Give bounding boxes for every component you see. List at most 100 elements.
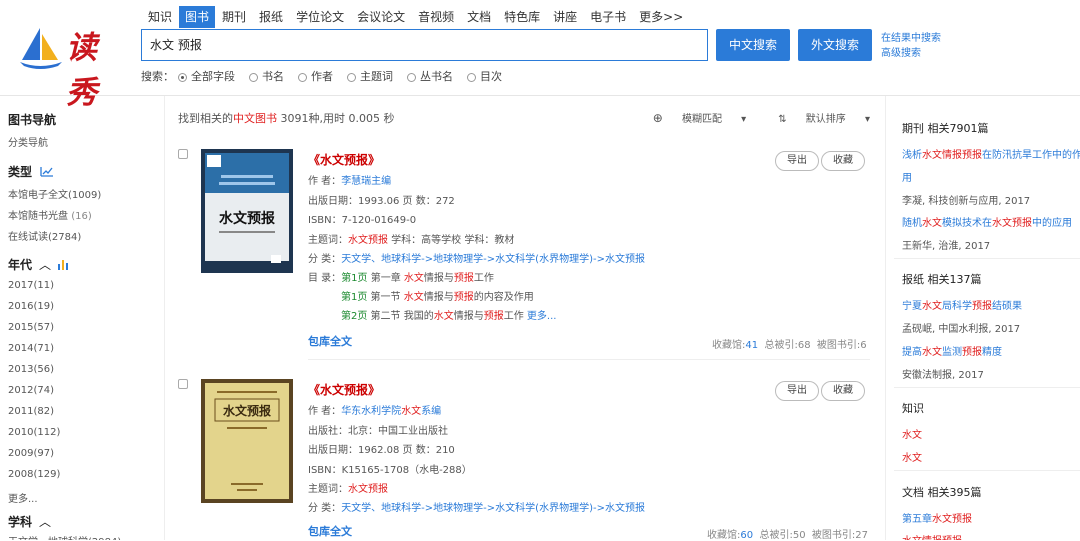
facet-item[interactable]: 天文学、地球科学(2984) — [8, 533, 121, 540]
sort-bar: ⊕ 模糊匹配 ▾ ⇅ 默认排序 ▾ — [621, 110, 870, 125]
year-facet-item[interactable]: 2011(82) — [8, 406, 54, 417]
author-highlight[interactable]: 水文 — [401, 406, 421, 417]
author-link[interactable]: 华东水利学院 — [341, 406, 401, 417]
logo[interactable]: 读秀 — [18, 22, 128, 111]
nav-tabs: 知识 图书 期刊 报纸 学位论文 会议论文 音视频 文档 特色库 讲座 电子书 更多>> — [142, 6, 690, 28]
stat-value[interactable]: 41 — [745, 340, 758, 351]
journal-item-link[interactable]: 浅析水文情报预报在防汛抗旱工作中的作 — [902, 146, 1080, 161]
nav-tab[interactable]: 音视频 — [412, 6, 460, 28]
newspaper-item-link[interactable]: 提高水文监测预报精度 — [902, 343, 1002, 358]
nav-tab[interactable]: 特色库 — [498, 6, 546, 28]
nav-tab[interactable]: 更多>> — [633, 6, 689, 28]
year-facet-item[interactable]: 2008(129) — [8, 469, 60, 480]
class-label: 分 类： — [308, 503, 342, 514]
subject-keyword[interactable]: 水文预报 — [348, 235, 388, 246]
newspaper-item-meta: 孟砚岷, 中国水利报, 2017 — [902, 324, 1021, 335]
year-facet-item[interactable]: 2017(11) — [8, 280, 54, 291]
radio-label: 书名 — [262, 70, 284, 83]
year-facet-item[interactable]: 2014(71) — [8, 343, 54, 354]
summary-prefix: 找到相关的 — [178, 112, 233, 125]
newspaper-item-meta: 安徽法制报, 2017 — [902, 370, 984, 381]
year-facet-item[interactable]: 2013(56) — [8, 364, 54, 375]
toc-page-link[interactable]: 第1页 — [341, 273, 367, 284]
stat-value[interactable]: 60 — [740, 530, 753, 541]
radio-circle-icon — [347, 72, 356, 82]
collect-button[interactable]: 收藏 — [821, 151, 865, 171]
radio-label: 作者 — [311, 70, 333, 83]
year-facet-item[interactable]: 2010(112) — [8, 427, 60, 438]
search-field-radio[interactable]: 丛书名 — [407, 69, 453, 85]
book-title-link[interactable]: 《水文预报》 — [308, 151, 380, 168]
author-link[interactable]: 系编 — [421, 406, 441, 417]
left-sidebar: 图书导航 分类导航 类型 本馆电子全文(1009) 本馆随书光盘 (16) 在线… — [0, 96, 165, 540]
book-title-link[interactable]: 《水文预报》 — [308, 381, 380, 398]
chevron-up-icon[interactable]: ︿ — [39, 256, 51, 273]
class-path-link[interactable]: 天文学、地球科学->地球物理学->水文科学(水界物理学)->水文预报 — [341, 503, 645, 514]
book-cover-image: 水文预报 — [201, 149, 293, 273]
search-field-options: 搜索： 全部字段 书名 作者 主题词 丛书名 目次 — [141, 69, 516, 85]
full-text-link[interactable]: 包库全文 — [308, 523, 352, 539]
toc-page-link[interactable]: 第2页 — [341, 311, 367, 322]
year-more-link[interactable]: 更多... — [8, 490, 38, 505]
year-facet-item[interactable]: 2009(97) — [8, 448, 54, 459]
nav-tab[interactable]: 电子书 — [584, 6, 632, 28]
book-cover-image: 水文预报 — [201, 379, 293, 503]
sort-order-label: 默认排序 — [805, 114, 846, 125]
nav-tab[interactable]: 报纸 — [253, 6, 289, 28]
nav-tab[interactable]: 文档 — [461, 6, 497, 28]
journal-item-link[interactable]: 随机水文模拟技术在水文预报中的应用 — [902, 214, 1072, 229]
search-field-radio[interactable]: 作者 — [298, 69, 333, 85]
nav-tab[interactable]: 讲座 — [547, 6, 583, 28]
year-facet-item[interactable]: 2016(19) — [8, 301, 54, 312]
toc-page-link[interactable]: 第1页 — [341, 292, 367, 303]
subject-keyword[interactable]: 水文预报 — [348, 484, 388, 495]
knowledge-section-title: 知识 — [902, 402, 924, 415]
search-field-radio[interactable]: 全部字段 — [178, 69, 235, 85]
nav-tab[interactable]: 知识 — [142, 6, 178, 28]
search-field-radio[interactable]: 目次 — [467, 69, 502, 85]
document-item-link[interactable]: 水文情报预报 — [902, 532, 962, 540]
radio-label: 主题词 — [360, 70, 393, 83]
result-summary: 找到相关的中文图书 3091种,用时 0.005 秒 — [178, 110, 394, 126]
fuzzy-match-dropdown[interactable]: ⊕ 模糊匹配 ▾ — [637, 110, 746, 125]
export-button[interactable]: 导出 — [775, 151, 819, 171]
nav-tab[interactable]: 学位论文 — [290, 6, 350, 28]
journal-item-meta: 王新华, 治淮, 2017 — [902, 241, 991, 252]
chinese-search-button[interactable]: 中文搜索 — [716, 29, 790, 61]
nav-tab[interactable]: 期刊 — [216, 6, 252, 28]
knowledge-item-link[interactable]: 水文 — [902, 426, 922, 441]
link-highlight: 水文 — [922, 301, 942, 312]
year-facet-item[interactable]: 2015(57) — [8, 322, 54, 333]
class-path-link[interactable]: 天文学、地球科学->地球物理学->水文科学(水界物理学)->水文预报 — [341, 254, 645, 265]
sort-order-dropdown[interactable]: ⇅ 默认排序 ▾ — [762, 110, 870, 125]
knowledge-item-link[interactable]: 水文 — [902, 449, 922, 464]
nav-tab[interactable]: 图书 — [179, 6, 216, 28]
nav-tab[interactable]: 会议论文 — [351, 6, 411, 28]
search-field-radio[interactable]: 主题词 — [347, 69, 393, 85]
toc-text: 第一章 — [367, 273, 404, 284]
search-input[interactable]: 水文 预报 — [141, 29, 708, 61]
facet-item[interactable]: 在线试读(2784) — [8, 228, 81, 243]
collect-button[interactable]: 收藏 — [821, 381, 865, 401]
advanced-search-link[interactable]: 高级搜索 — [881, 46, 941, 61]
caret-down-icon: ▾ — [741, 114, 747, 125]
toc-more-link[interactable]: 更多... — [527, 311, 557, 322]
full-text-link[interactable]: 包库全文 — [308, 333, 352, 349]
search-field-radio[interactable]: 书名 — [249, 69, 284, 85]
facet-item[interactable]: 本馆随书光盘 (16) — [8, 207, 92, 222]
author-link[interactable]: 李慧瑞主编 — [341, 176, 391, 187]
newspaper-item-link[interactable]: 宁夏水文局科学预报结硕果 — [902, 297, 1022, 312]
newspaper-section-title: 报纸 相关137篇 — [902, 273, 982, 286]
category-nav-link[interactable]: 分类导航 — [8, 134, 48, 149]
select-checkbox[interactable] — [178, 149, 188, 159]
journal-item-link-cont[interactable]: 用 — [902, 169, 912, 184]
export-button[interactable]: 导出 — [775, 381, 819, 401]
select-checkbox[interactable] — [178, 379, 188, 389]
facet-item[interactable]: 本馆电子全文(1009) — [8, 186, 101, 201]
document-item-link[interactable]: 第五章水文预报 — [902, 510, 972, 525]
chevron-up-icon[interactable]: ︿ — [39, 513, 51, 530]
foreign-search-button[interactable]: 外文搜索 — [798, 29, 872, 61]
bar-chart-icon[interactable] — [57, 259, 69, 270]
search-in-results-link[interactable]: 在结果中搜索 — [881, 31, 941, 46]
year-facet-item[interactable]: 2012(74) — [8, 385, 54, 396]
